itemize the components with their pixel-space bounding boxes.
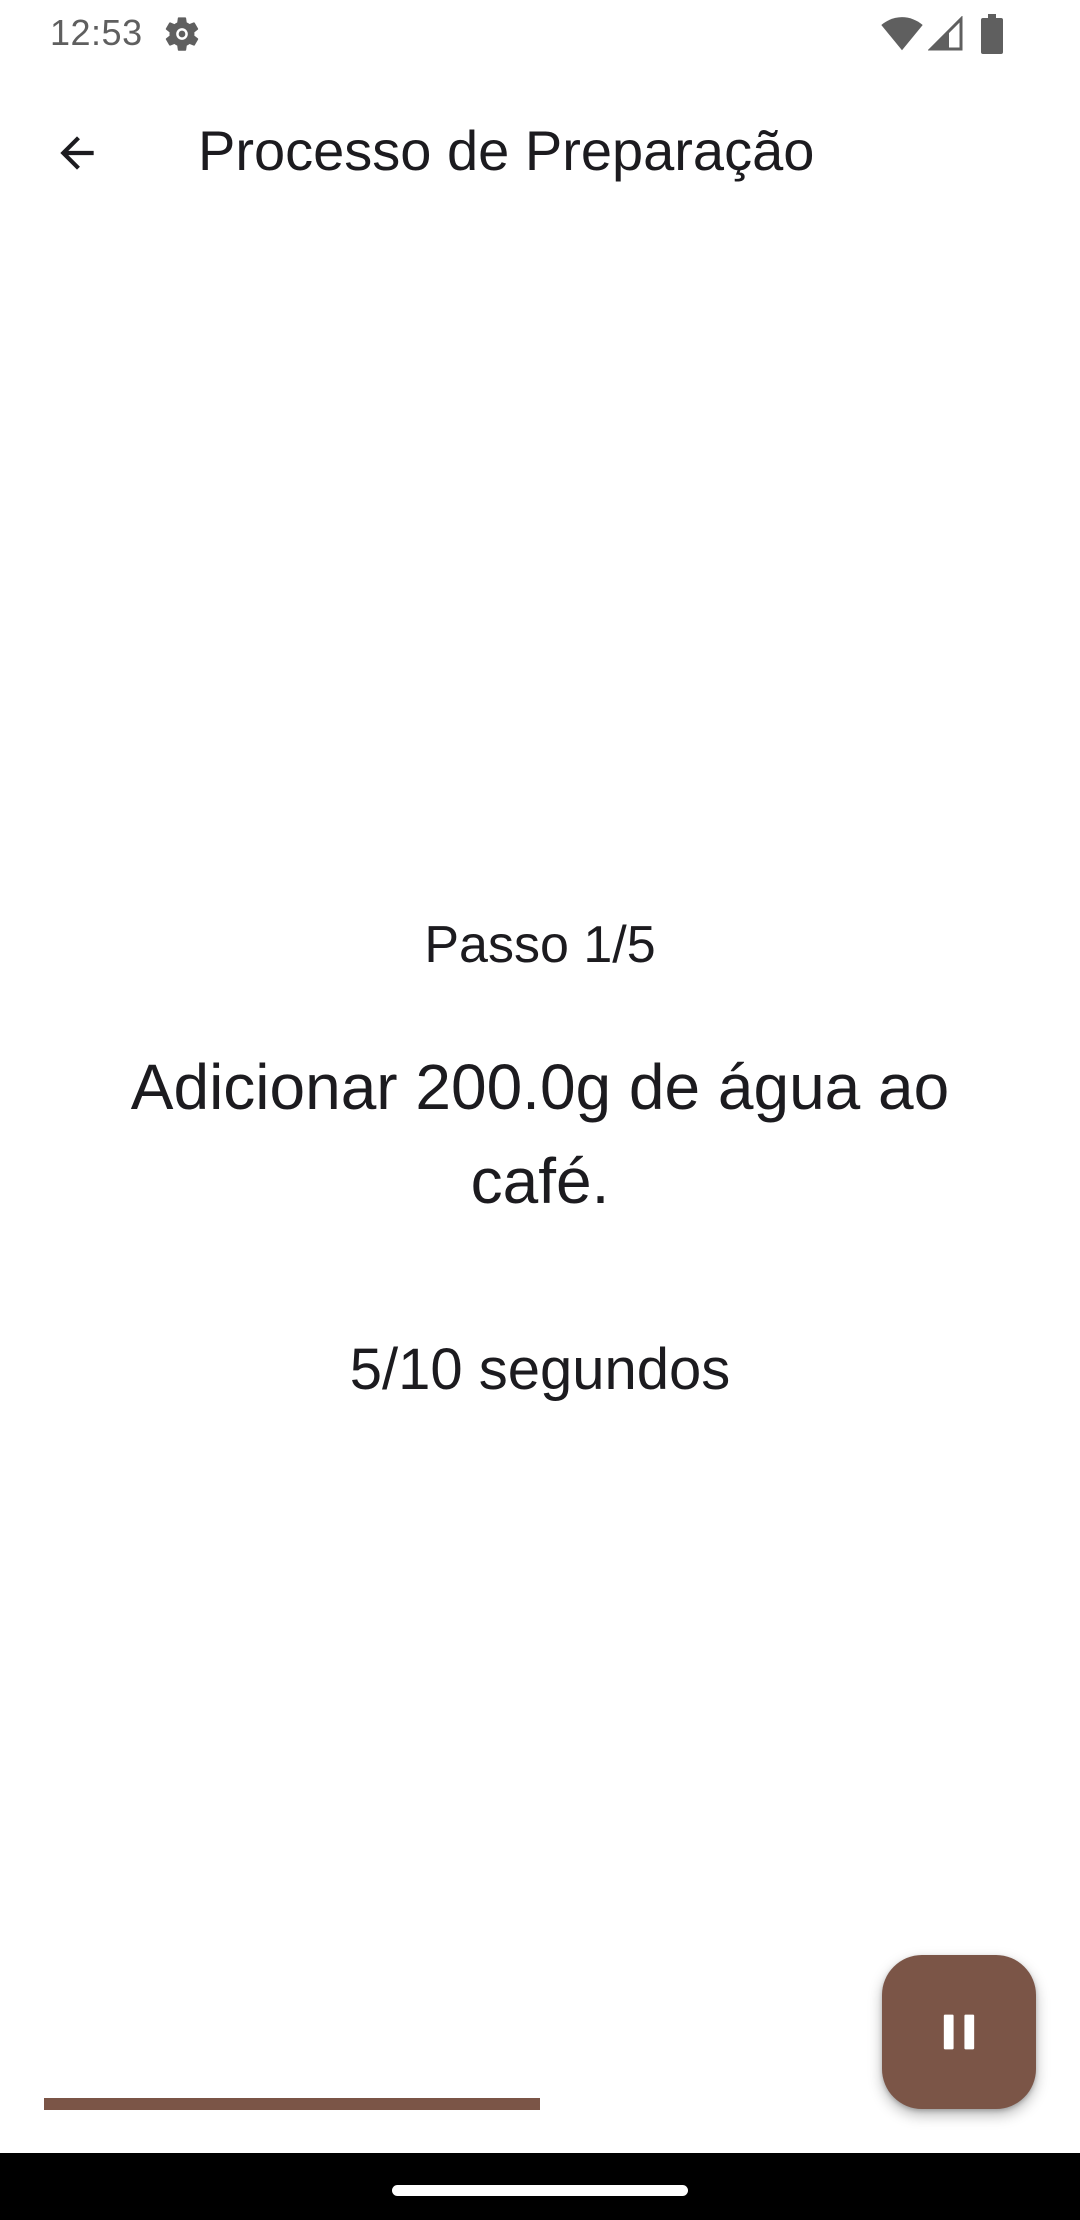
step-progress-bar: [44, 2098, 1036, 2110]
arrow-back-icon: [60, 136, 94, 170]
pause-icon: [943, 2014, 975, 2050]
wifi-icon: [880, 16, 924, 52]
step-timer: 5/10 segundos: [349, 1337, 731, 1402]
step-counter: Passo 1/5: [424, 916, 656, 974]
top-app-bar: Processo de Preparação: [0, 66, 1080, 220]
settings-icon: [162, 14, 202, 54]
pause-button[interactable]: [882, 1955, 1036, 2109]
home-gesture-handle[interactable]: [392, 2185, 688, 2196]
step-progress-fill: [44, 2098, 540, 2110]
back-button[interactable]: [32, 108, 122, 198]
system-navigation-bar: [0, 2153, 1080, 2220]
signal-icon: [927, 15, 964, 52]
page-title: Processo de Preparação: [198, 119, 815, 182]
step-instruction: Adicionar 200.0g de água ao café.: [130, 1051, 950, 1217]
brewing-process-screen: 12:53 Processo de Preparação Passo 1/5 A…: [0, 0, 1080, 2220]
status-time: 12:53: [50, 12, 143, 53]
battery-icon: [980, 14, 1004, 54]
status-bar: 12:53: [0, 0, 1080, 66]
